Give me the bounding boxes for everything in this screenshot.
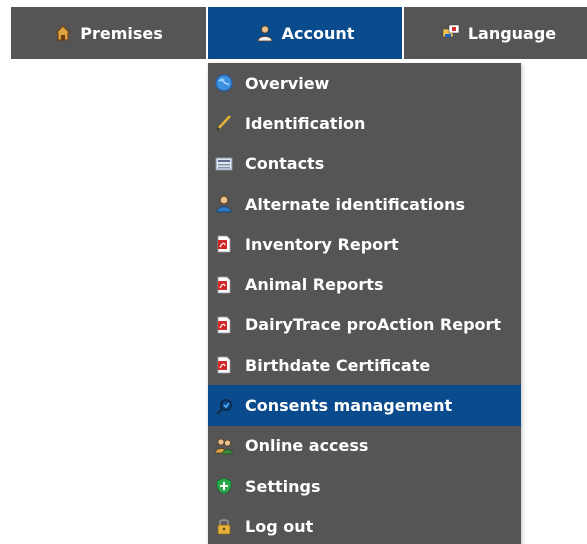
menu-item-label: Animal Reports (245, 275, 384, 295)
page: Premises Account Language Overview Ident… (0, 0, 587, 544)
menu-item-settings[interactable]: Settings (208, 466, 521, 506)
plus-shield-icon (216, 477, 232, 495)
menu-item-label: Online access (245, 436, 369, 456)
globe-icon (215, 74, 233, 92)
menu-item-dairytrace-proaction-report[interactable]: DairyTrace proAction Report (208, 305, 521, 345)
house-icon (55, 25, 72, 41)
menu-item-label: Inventory Report (245, 234, 399, 254)
account-dropdown-menu: Overview Identification Contacts Alterna… (208, 63, 521, 544)
pencil-icon (216, 115, 231, 132)
menu-item-contacts[interactable]: Contacts (208, 144, 521, 184)
tab-premises[interactable]: Premises (11, 7, 206, 59)
menu-item-label: Alternate identifications (245, 194, 466, 214)
menu-item-label: Overview (245, 73, 330, 93)
menu-item-label: Consents management (245, 396, 453, 416)
menu-item-label: Contacts (245, 154, 325, 174)
menu-item-label: DairyTrace proAction Report (245, 315, 502, 335)
tab-account-label: Account (281, 23, 355, 43)
menu-item-label: Settings (245, 476, 321, 496)
menu-item-inventory-report[interactable]: Inventory Report (208, 224, 521, 264)
menu-item-label: Identification (245, 113, 366, 133)
tab-premises-label: Premises (80, 23, 163, 43)
menu-item-log-out[interactable]: Log out (208, 506, 521, 544)
flag-icon (442, 24, 460, 38)
tab-account[interactable]: Account (208, 7, 402, 59)
menu-item-alternate-identifications[interactable]: Alternate identifications (208, 184, 521, 224)
menu-item-consents-management[interactable]: Consents management (208, 385, 521, 426)
user-icon (257, 25, 273, 42)
user-icon (216, 195, 232, 213)
pdf-icon (217, 316, 231, 334)
pdf-icon (217, 356, 231, 374)
menu-item-online-access[interactable]: Online access (208, 426, 521, 466)
tab-language[interactable]: Language (404, 7, 587, 59)
address-book-icon (215, 157, 233, 171)
menu-item-label: Birthdate Certificate (245, 355, 431, 375)
menu-item-label: Log out (245, 516, 314, 536)
consent-icon (216, 398, 232, 415)
menu-item-birthdate-certificate[interactable]: Birthdate Certificate (208, 345, 521, 385)
menu-item-animal-reports[interactable]: Animal Reports (208, 264, 521, 304)
tab-language-label: Language (467, 23, 557, 43)
users-icon (215, 438, 233, 455)
lock-icon (217, 519, 231, 535)
pdf-icon (217, 235, 231, 253)
menu-item-identification[interactable]: Identification (208, 103, 521, 143)
menu-item-overview[interactable]: Overview (208, 63, 521, 103)
top-navigation: Premises Account Language (11, 7, 587, 59)
pdf-icon (217, 276, 231, 294)
